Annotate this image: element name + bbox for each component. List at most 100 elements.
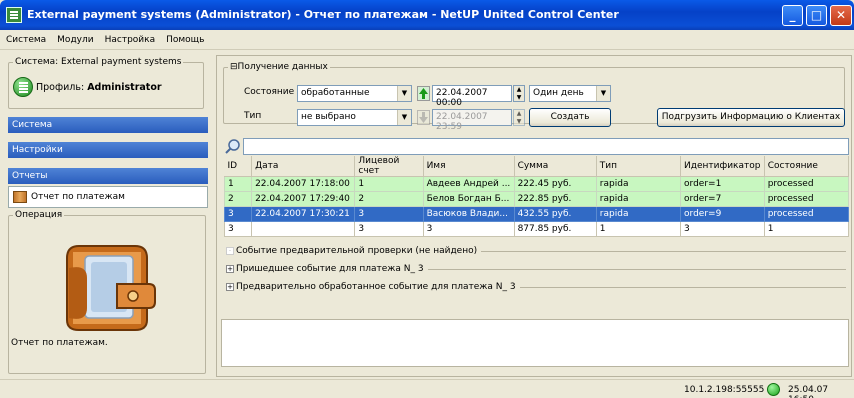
total-cell: 3: [422, 221, 515, 237]
status-bar: 10.1.2.198:55555 25.04.07 16:50: [0, 379, 854, 398]
column-header[interactable]: Имя: [423, 156, 515, 177]
nav-settings[interactable]: Настройки: [8, 142, 208, 158]
search-icon: [225, 139, 240, 154]
window-title: External payment systems (Administrator)…: [27, 8, 619, 21]
date-from-field[interactable]: 22.04.2007 00:00: [432, 85, 512, 108]
table-cell: 1: [223, 176, 253, 192]
type-select[interactable]: не выбрано ▼: [297, 109, 412, 126]
column-header[interactable]: Сумма: [514, 156, 597, 177]
column-header[interactable]: Лицевой счет: [354, 156, 424, 177]
total-cell: 3: [354, 221, 424, 237]
table-cell: 432.55 руб.: [513, 206, 597, 222]
table-cell: order=9: [680, 206, 765, 222]
total-cell: 3: [680, 221, 765, 237]
table-cell: rapida: [595, 206, 682, 222]
date-to-field: 22.04.2007 23:59: [432, 109, 512, 132]
total-cell: [251, 221, 356, 237]
table-header: ID Дата Лицевой счет Имя Сумма Тип Идент…: [224, 156, 850, 177]
main-panel: ⊟Получение данных Состояние обработанные…: [216, 55, 852, 377]
profile-name: Administrator: [87, 81, 162, 93]
status-datetime: 25.04.07 16:50: [788, 385, 829, 398]
profile-label: Профиль:: [36, 81, 85, 93]
column-header[interactable]: Состояние: [764, 156, 850, 177]
report-item-label: Отчет по платежам: [31, 192, 125, 202]
total-cell: 1: [763, 221, 850, 237]
calculator-icon: [13, 77, 33, 97]
table-cell: order=7: [680, 191, 765, 207]
table-cell: order=1: [680, 176, 765, 192]
column-header[interactable]: Тип: [596, 156, 682, 177]
profile: Профиль: Administrator: [13, 77, 162, 97]
nav-reports[interactable]: Отчеты: [8, 168, 208, 184]
total-cell: 1: [595, 221, 682, 237]
table-cell: 22.04.2007 17:29:40: [251, 191, 356, 207]
date-from-arrow-icon[interactable]: [417, 86, 430, 101]
table-row-selected[interactable]: 3 22.04.2007 17:30:21 3 Васюков Влади... 432…: [223, 206, 850, 222]
table-cell: 222.45 руб.: [513, 176, 597, 192]
create-button[interactable]: Создать: [529, 108, 611, 127]
search-input[interactable]: [243, 138, 849, 155]
preprocessed-event-section[interactable]: + Предварительно обработанное событие дл…: [226, 282, 846, 292]
table-cell: 2: [354, 191, 424, 207]
data-group-title: Получение данных: [237, 62, 328, 72]
details-area[interactable]: [221, 319, 849, 367]
maximize-button[interactable]: □: [806, 5, 827, 26]
table-cell: rapida: [595, 191, 682, 207]
menu-bar: Система Модули Настройка Помощь: [0, 30, 854, 50]
table-row[interactable]: 1 22.04.2007 17:18:00 1 Авдеев Андрей ... 22…: [223, 176, 850, 192]
table-cell: Авдеев Андрей ...: [422, 176, 515, 192]
column-header[interactable]: ID: [224, 156, 253, 177]
table-cell: processed: [763, 191, 850, 207]
total-cell: 877.85 руб.: [513, 221, 597, 237]
expand-icon: ·: [226, 247, 234, 255]
report-item-payments[interactable]: Отчет по платежам: [8, 186, 208, 208]
expand-icon: +: [226, 283, 234, 291]
period-select[interactable]: Один день ▼: [529, 85, 611, 102]
operation-group: Операция Отчет по платежам.: [8, 210, 206, 374]
server-address: 10.1.2.198:55555: [684, 385, 765, 395]
type-label: Тип: [244, 111, 262, 121]
table-cell: 2: [223, 191, 253, 207]
app-icon: [6, 7, 22, 23]
left-panel: Система: External payment systems Профил…: [5, 55, 208, 377]
menu-help[interactable]: Помощь: [160, 30, 209, 45]
total-cell: 3: [223, 221, 253, 237]
date-to-arrow-icon: [417, 110, 430, 125]
load-client-info-button[interactable]: Подгрузить Информацию о Клиентах: [657, 108, 845, 127]
incoming-event-section[interactable]: + Пришедшее событие для платежа N_ 3: [226, 264, 846, 274]
menu-modules[interactable]: Модули: [51, 30, 98, 45]
chevron-down-icon: ▼: [397, 110, 411, 125]
precheck-event-section[interactable]: · Событие предварительной проверки (не н…: [226, 246, 846, 256]
table-cell: 22.04.2007 17:30:21: [251, 206, 356, 222]
table-cell: rapida: [595, 176, 682, 192]
nav-system[interactable]: Система: [8, 117, 208, 133]
totals-row: 3 3 3 877.85 руб. 1 3 1: [223, 221, 850, 237]
book-icon: [13, 191, 27, 203]
minimize-button[interactable]: _: [782, 5, 803, 26]
menu-settings[interactable]: Настройка: [99, 30, 161, 45]
title-bar: External payment systems (Administrator)…: [0, 0, 854, 30]
connection-status-icon: [767, 383, 780, 396]
operation-text: Отчет по платежам.: [11, 338, 108, 348]
state-select[interactable]: обработанные ▼: [297, 85, 412, 102]
expand-icon: +: [226, 265, 234, 273]
table-cell: 22.04.2007 17:18:00: [251, 176, 356, 192]
collapse-icon[interactable]: ⊟: [230, 62, 238, 72]
payments-table: ID Дата Лицевой счет Имя Сумма Тип Идент…: [223, 156, 850, 237]
table-cell: 3: [223, 206, 253, 222]
table-cell: Белов Богдан Б...: [422, 191, 515, 207]
search-bar: [224, 138, 849, 155]
table-cell: processed: [763, 176, 850, 192]
column-header[interactable]: Идентификатор: [680, 156, 765, 177]
date-to-spinner: ▲ ▼: [513, 109, 525, 126]
date-from-spinner[interactable]: ▲ ▼: [513, 85, 525, 102]
table-cell: processed: [763, 206, 850, 222]
wallet-icon: [66, 245, 156, 331]
menu-system[interactable]: Система: [0, 30, 51, 45]
table-cell: 1: [354, 176, 424, 192]
table-row[interactable]: 2 22.04.2007 17:29:40 2 Белов Богдан Б... 22…: [223, 191, 850, 207]
table-cell: 3: [354, 206, 424, 222]
close-button[interactable]: ✕: [830, 5, 852, 26]
table-cell: 222.85 руб.: [513, 191, 597, 207]
column-header[interactable]: Дата: [251, 156, 356, 177]
